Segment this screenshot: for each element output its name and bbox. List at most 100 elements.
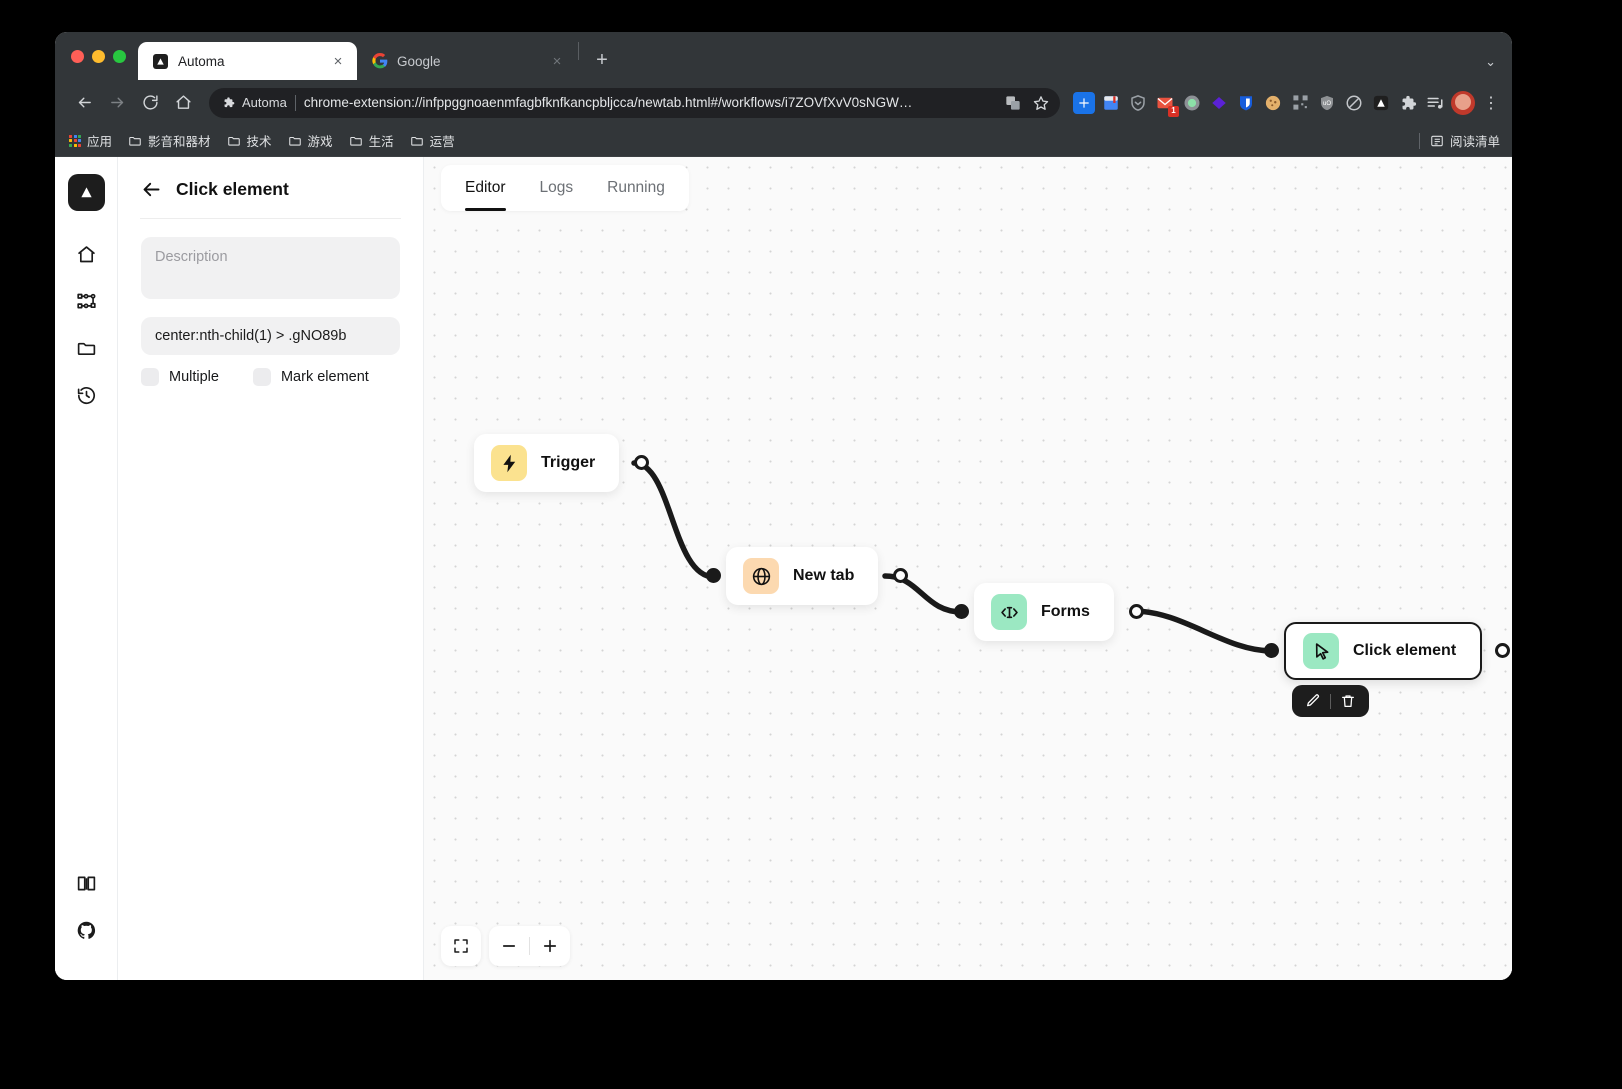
home-button[interactable] xyxy=(168,88,198,118)
tab-logs[interactable]: Logs xyxy=(540,165,574,211)
description-input[interactable]: Description xyxy=(141,237,400,299)
checkbox-box[interactable] xyxy=(141,368,159,386)
ublock-extension-icon[interactable]: uO xyxy=(1316,92,1338,114)
tab-title: Automa xyxy=(178,53,225,69)
bookmark-folder-2[interactable]: 技术 xyxy=(227,131,272,150)
automa-logo[interactable] xyxy=(67,174,105,211)
bookmark-folder-5[interactable]: 运营 xyxy=(410,131,455,150)
three-dots-icon[interactable]: ⋮ xyxy=(1480,93,1502,113)
node-output-handle[interactable] xyxy=(893,568,909,583)
extension-origin-chip: Automa xyxy=(222,95,287,110)
zoom-buttons-group xyxy=(489,926,570,966)
bookmark-folder-3[interactable]: 游戏 xyxy=(288,131,333,150)
fit-view-button[interactable] xyxy=(441,926,481,966)
sidebar-item-history[interactable] xyxy=(67,376,105,414)
node-output-handle[interactable] xyxy=(634,455,650,470)
automa-extension-icon[interactable] xyxy=(1370,92,1392,114)
back-button[interactable] xyxy=(69,88,99,118)
tab-running[interactable]: Running xyxy=(607,165,665,211)
node-input-handle[interactable] xyxy=(706,568,721,583)
workflow-canvas[interactable]: Editor Logs Running Trigger New tab Form… xyxy=(424,157,1512,980)
node-output-handle[interactable] xyxy=(1128,604,1144,619)
sidebar-item-docs[interactable] xyxy=(67,864,105,902)
close-icon[interactable]: × xyxy=(548,52,566,70)
node-label: Forms xyxy=(1041,603,1090,620)
selector-options: Multiple Mark element xyxy=(141,368,400,386)
bookmark-folder-4[interactable]: 生活 xyxy=(349,131,394,150)
reload-button[interactable] xyxy=(135,88,165,118)
google-icon xyxy=(371,53,388,70)
omnibox-divider xyxy=(294,94,296,111)
node-click-element[interactable]: Click element xyxy=(1264,622,1511,680)
checkbox-label: Multiple xyxy=(169,369,219,385)
translate-icon[interactable] xyxy=(1002,92,1024,114)
bookmark-label: 技术 xyxy=(246,135,272,149)
arrow-left-icon[interactable] xyxy=(141,179,162,200)
github-icon xyxy=(76,920,97,941)
home-icon xyxy=(76,244,97,265)
mark-element-checkbox[interactable]: Mark element xyxy=(252,368,369,386)
extension-name: Automa xyxy=(242,95,287,110)
multiple-checkbox[interactable]: Multiple xyxy=(141,368,219,386)
cookie-extension-icon[interactable] xyxy=(1262,92,1284,114)
book-icon xyxy=(76,873,97,894)
sidebar-item-home[interactable] xyxy=(67,235,105,273)
node-output-handle[interactable] xyxy=(1495,643,1511,658)
shield-check-extension-icon[interactable] xyxy=(1127,92,1149,114)
sidebar-item-workflows[interactable] xyxy=(67,282,105,320)
selector-input[interactable]: center:nth-child(1) > .gNO89b xyxy=(141,317,400,355)
circle-green-extension-icon[interactable] xyxy=(1181,92,1203,114)
workflow-edges xyxy=(631,460,1275,654)
bookmarks-divider xyxy=(1418,132,1420,149)
sidebar-rail xyxy=(55,157,118,980)
node-input-handle[interactable] xyxy=(954,604,969,619)
star-icon[interactable] xyxy=(1030,92,1052,114)
address-bar[interactable]: Automa chrome-extension://infppggnoaenmf… xyxy=(209,87,1060,118)
node-input-handle[interactable] xyxy=(1264,643,1279,658)
add-extension-icon[interactable] xyxy=(1073,91,1095,114)
forward-button[interactable] xyxy=(102,88,132,118)
edit-button[interactable] xyxy=(1298,688,1328,714)
playlist-extension-icon[interactable] xyxy=(1424,92,1446,114)
avatar[interactable] xyxy=(1451,90,1475,115)
chevron-down-icon[interactable]: ⌄ xyxy=(1485,54,1496,70)
automa-app: Click element Description center:nth-chi… xyxy=(55,157,1512,980)
bookmark-label: 游戏 xyxy=(307,135,333,149)
zoom-out-button[interactable] xyxy=(489,926,529,966)
pencil-icon xyxy=(1305,693,1321,709)
bookmark-apps[interactable]: 应用 xyxy=(69,131,112,150)
diamond-extension-icon[interactable] xyxy=(1208,92,1230,114)
close-icon[interactable]: × xyxy=(329,52,347,70)
bitwarden-extension-icon[interactable] xyxy=(1235,92,1257,114)
zoom-in-button[interactable] xyxy=(530,926,570,966)
sitemap-icon xyxy=(76,291,97,312)
cursor-icon xyxy=(1303,633,1339,669)
node-label: New tab xyxy=(793,567,855,584)
history-icon xyxy=(76,385,97,406)
tab-google[interactable]: Google × xyxy=(357,42,576,80)
tab-automa[interactable]: Automa × xyxy=(138,42,357,80)
reading-list-button[interactable]: 阅读清单 xyxy=(1430,131,1500,150)
mail-extension-icon[interactable]: 1 xyxy=(1154,92,1179,117)
tab-editor[interactable]: Editor xyxy=(465,165,506,211)
folder-icon xyxy=(349,134,363,148)
puzzle-extensions-icon[interactable] xyxy=(1397,92,1419,114)
node-trigger[interactable]: Trigger xyxy=(474,434,650,492)
plus-icon xyxy=(543,939,557,953)
close-window-button[interactable] xyxy=(71,49,84,63)
tab-divider xyxy=(578,42,579,60)
delete-button[interactable] xyxy=(1333,688,1363,714)
minimize-window-button[interactable] xyxy=(92,49,105,63)
bookmark-folder-1[interactable]: 影音和器材 xyxy=(128,131,211,150)
notebook-extension-icon[interactable] xyxy=(1100,92,1122,114)
new-tab-button[interactable]: + xyxy=(587,45,617,75)
node-new-tab[interactable]: New tab xyxy=(706,547,909,605)
maximize-window-button[interactable] xyxy=(113,49,126,63)
node-forms[interactable]: Forms xyxy=(954,583,1144,641)
block-extension-icon[interactable] xyxy=(1343,92,1365,114)
qrcode-extension-icon[interactable] xyxy=(1289,92,1311,114)
sidebar-item-folders[interactable] xyxy=(67,329,105,367)
folder-icon xyxy=(288,134,302,148)
checkbox-box[interactable] xyxy=(252,368,271,386)
sidebar-item-github[interactable] xyxy=(67,911,105,949)
